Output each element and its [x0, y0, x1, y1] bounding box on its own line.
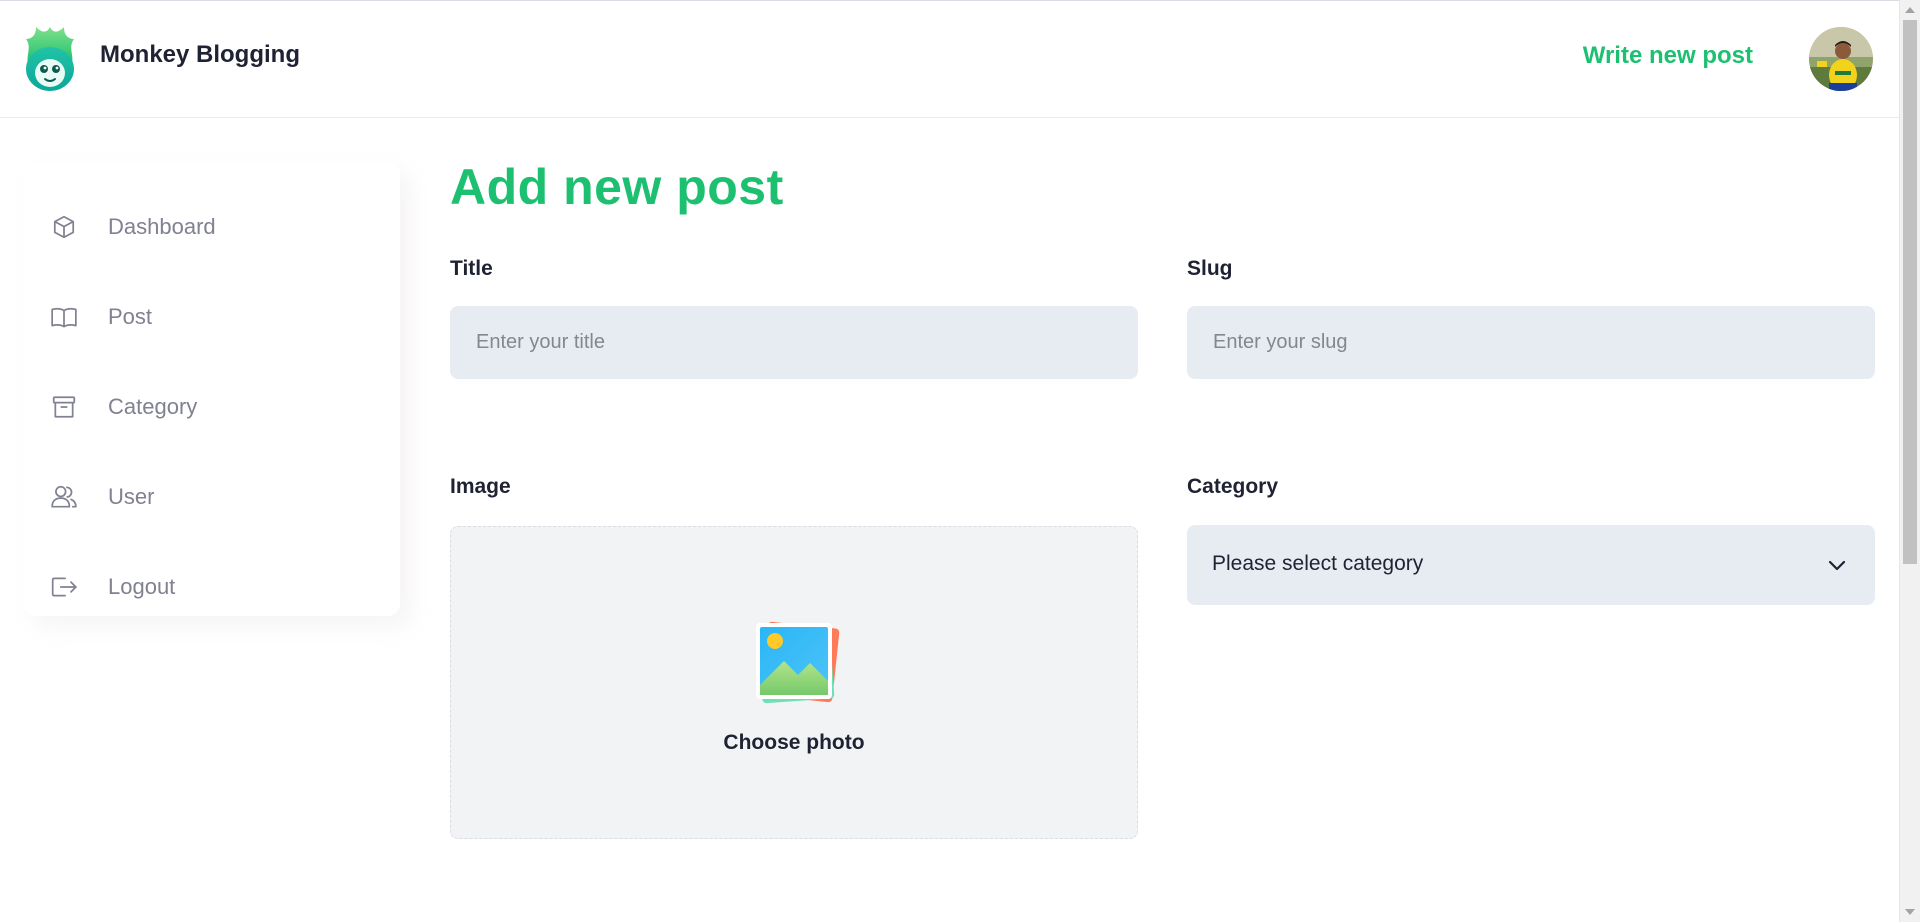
page-title: Add new post: [450, 159, 784, 215]
sidebar-item-label: Dashboard: [108, 214, 216, 239]
brand-name[interactable]: Monkey Blogging: [100, 41, 300, 69]
sidebar-item-category[interactable]: Category: [24, 362, 400, 452]
sidebar: Dashboard Post Category User Logout: [24, 162, 400, 616]
sidebar-item-label: Category: [108, 394, 198, 419]
sidebar-item-label: Logout: [108, 574, 176, 599]
sidebar-item-logout[interactable]: Logout: [24, 542, 400, 632]
write-new-post-link[interactable]: Write new post: [1583, 42, 1753, 70]
category-label: Category: [1187, 475, 1279, 498]
image-label: Image: [450, 475, 511, 498]
sidebar-item-dashboard[interactable]: Dashboard: [24, 182, 400, 272]
category-selected-value: Please select category: [1212, 552, 1424, 575]
scrollbar-thumb[interactable]: [1903, 20, 1917, 564]
image-placeholder-icon: [750, 615, 844, 709]
logout-icon: [50, 573, 78, 601]
slug-input[interactable]: [1187, 306, 1875, 379]
sidebar-item-post[interactable]: Post: [24, 272, 400, 362]
title-input[interactable]: [450, 306, 1138, 379]
image-upload-dropzone[interactable]: Choose photo: [450, 526, 1138, 839]
user-avatar[interactable]: [1809, 27, 1873, 91]
title-label: Title: [450, 257, 493, 280]
slug-label: Slug: [1187, 257, 1233, 280]
archive-icon: [50, 393, 78, 421]
chevron-down-icon: [1825, 553, 1849, 577]
top-header: Monkey Blogging Write new post: [0, 0, 1899, 118]
scroll-down-arrow-icon[interactable]: [1905, 909, 1915, 915]
book-icon: [50, 303, 78, 331]
sidebar-item-label: Post: [108, 304, 153, 329]
scroll-up-arrow-icon[interactable]: [1905, 7, 1915, 13]
page-scrollbar[interactable]: [1899, 0, 1920, 922]
cube-icon: [50, 213, 78, 241]
sidebar-item-user[interactable]: User: [24, 452, 400, 542]
category-select[interactable]: Please select category: [1187, 525, 1875, 605]
sidebar-item-label: User: [108, 484, 155, 509]
monkey-logo-icon[interactable]: [24, 25, 76, 93]
users-icon: [50, 483, 78, 511]
choose-photo-label[interactable]: Choose photo: [451, 731, 1137, 755]
